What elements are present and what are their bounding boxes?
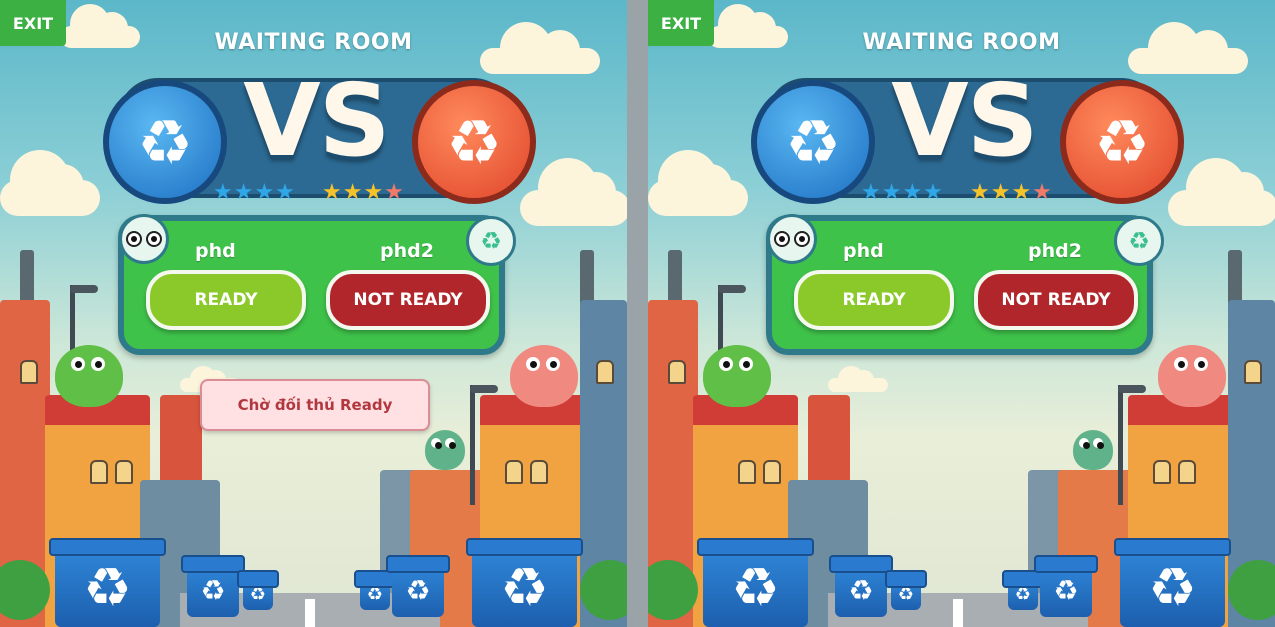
window xyxy=(763,460,781,484)
player2-stars: ★★★★ xyxy=(970,180,1053,205)
team-badge-red: ♻ xyxy=(412,80,536,204)
cloud xyxy=(648,150,748,216)
ready-button[interactable]: READY xyxy=(146,270,306,330)
window xyxy=(596,360,614,384)
player1-avatar xyxy=(767,214,817,264)
recycle-icon: ♻ xyxy=(83,555,132,619)
recycle-bin: ♻ xyxy=(1034,555,1098,617)
creature-face-icon xyxy=(126,231,162,247)
player1-avatar xyxy=(119,214,169,264)
pink-monster xyxy=(1158,345,1226,407)
recycle-icon: ♻ xyxy=(848,574,874,607)
waiting-room-panel-left: ♻ ♻ ♻ ♻ ♻ ♻ EXIT WAITING ROOM ♻ ♻ VS ★★★… xyxy=(0,0,627,627)
street-lamp xyxy=(470,385,498,505)
recycle-icon: ♻ xyxy=(446,105,502,179)
player1-stars: ★★★★ xyxy=(213,180,296,205)
street-lamp xyxy=(1118,385,1146,505)
window xyxy=(90,460,108,484)
recycle-icon: ♻ xyxy=(1053,574,1079,607)
recycle-refresh-icon: ♻ xyxy=(1128,227,1150,255)
recycle-bin: ♻ xyxy=(829,555,893,617)
player1-name: phd xyxy=(843,240,884,262)
star-icon: ★ xyxy=(384,180,405,205)
window xyxy=(738,460,756,484)
window xyxy=(1178,460,1196,484)
cloud xyxy=(0,150,100,216)
green-monster xyxy=(703,345,771,407)
recycle-icon: ♻ xyxy=(731,555,780,619)
recycle-bin: ♻ xyxy=(386,555,450,617)
window xyxy=(668,360,686,384)
window xyxy=(1153,460,1171,484)
recycle-bin: ♻ xyxy=(237,570,279,610)
recycle-icon: ♻ xyxy=(1148,555,1197,619)
cloud xyxy=(828,366,888,392)
team-badge-blue: ♻ xyxy=(103,80,227,204)
page-title: WAITING ROOM xyxy=(214,30,413,55)
recycle-bin: ♻ xyxy=(181,555,245,617)
recycle-icon: ♻ xyxy=(500,555,549,619)
recycle-icon: ♻ xyxy=(1014,584,1032,605)
page-title: WAITING ROOM xyxy=(862,30,1061,55)
cloud xyxy=(520,158,627,226)
player1-name: phd xyxy=(195,240,236,262)
star-icon: ★ xyxy=(1032,180,1053,205)
player2-name: phd2 xyxy=(380,240,434,262)
waiting-room-panel-right: ♻ ♻ ♻ ♻ ♻ ♻ EXIT WAITING ROOM ♻ ♻ VS ★★★… xyxy=(648,0,1275,627)
vs-text: VS xyxy=(243,62,390,179)
star-icons: ★★★ xyxy=(322,180,385,205)
recycle-bin: ♻ xyxy=(49,538,166,627)
recycle-bin: ♻ xyxy=(885,570,927,610)
team-badge-blue: ♻ xyxy=(751,80,875,204)
player1-stars: ★★★★ xyxy=(861,180,944,205)
panel-divider xyxy=(627,0,648,627)
not-ready-button[interactable]: NOT READY xyxy=(974,270,1138,330)
player2-avatar: ♻ xyxy=(466,216,516,266)
window xyxy=(505,460,523,484)
not-ready-button[interactable]: NOT READY xyxy=(326,270,490,330)
cloud xyxy=(1168,158,1275,226)
small-monster xyxy=(425,430,465,470)
small-monster xyxy=(1073,430,1113,470)
ready-button[interactable]: READY xyxy=(794,270,954,330)
recycle-icon: ♻ xyxy=(897,584,915,605)
window xyxy=(115,460,133,484)
star-icons: ★★★ xyxy=(970,180,1033,205)
recycle-bin: ♻ xyxy=(1114,538,1231,627)
recycle-icon: ♻ xyxy=(1094,105,1150,179)
green-monster xyxy=(55,345,123,407)
recycle-bin: ♻ xyxy=(354,570,396,610)
recycle-icon: ♻ xyxy=(366,584,384,605)
recycle-refresh-icon: ♻ xyxy=(480,227,502,255)
recycle-icon: ♻ xyxy=(200,574,226,607)
player2-stars: ★★★★ xyxy=(322,180,405,205)
recycle-bin: ♻ xyxy=(1002,570,1044,610)
team-badge-red: ♻ xyxy=(1060,80,1184,204)
recycle-bin: ♻ xyxy=(466,538,583,627)
vs-text: VS xyxy=(891,62,1038,179)
window xyxy=(1244,360,1262,384)
wait-opponent-toast: Chờ đối thủ Ready xyxy=(200,379,430,431)
recycle-icon: ♻ xyxy=(249,584,267,605)
recycle-icon: ♻ xyxy=(785,105,841,179)
creature-face-icon xyxy=(774,231,810,247)
player2-name: phd2 xyxy=(1028,240,1082,262)
pink-monster xyxy=(510,345,578,407)
recycle-icon: ♻ xyxy=(405,574,431,607)
window xyxy=(20,360,38,384)
window xyxy=(530,460,548,484)
recycle-bin: ♻ xyxy=(697,538,814,627)
recycle-icon: ♻ xyxy=(137,105,193,179)
player2-avatar: ♻ xyxy=(1114,216,1164,266)
